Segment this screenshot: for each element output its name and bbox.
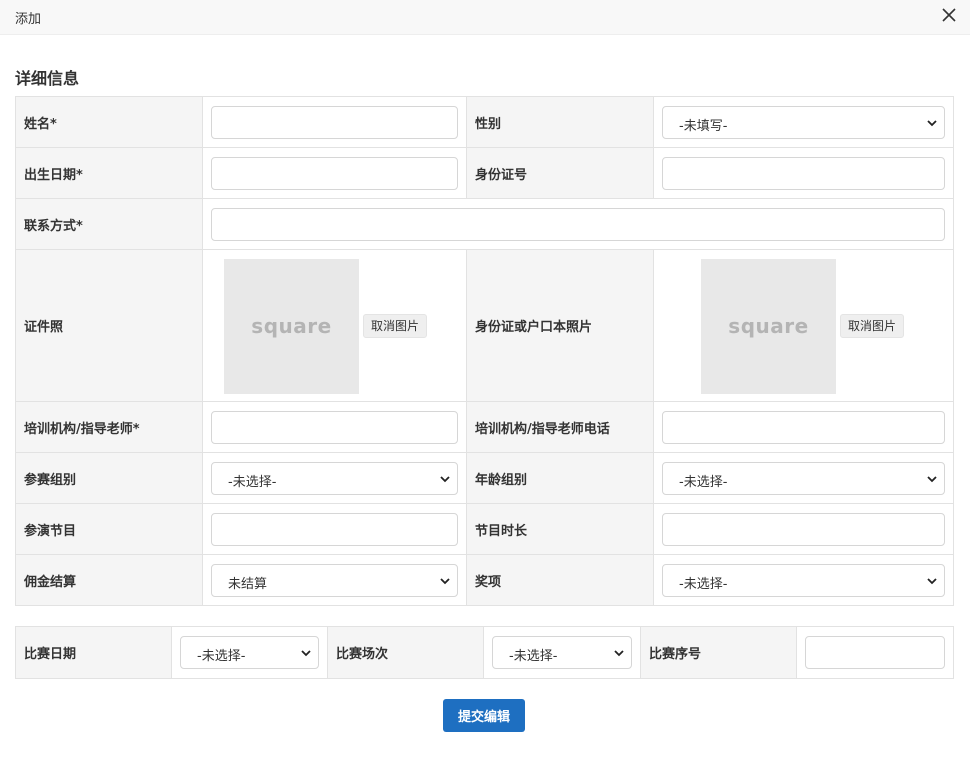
match-session-select[interactable]: -未选择- bbox=[492, 636, 632, 669]
age-group-select[interactable]: -未选择- bbox=[662, 461, 945, 495]
award-selected-value: -未选择- bbox=[679, 576, 728, 592]
dialog-title: 添加 bbox=[15, 12, 42, 27]
id-number-input[interactable] bbox=[662, 156, 945, 190]
id-photo-placeholder[interactable]: square bbox=[224, 258, 359, 394]
competition-group-label: 参赛组别 bbox=[15, 452, 203, 504]
submit-edit-button[interactable]: 提交编辑 bbox=[443, 699, 525, 732]
gender-selected-value: -未填写- bbox=[679, 118, 728, 134]
competition-group-selected-value: -未选择- bbox=[228, 474, 277, 490]
id-card-photo-label: 身份证或户口本照片 bbox=[466, 249, 654, 402]
id-photo-label: 证件照 bbox=[15, 249, 203, 402]
award-select[interactable]: -未选择- bbox=[662, 563, 945, 597]
match-date-selected-value: -未选择- bbox=[197, 649, 246, 664]
age-group-selected-value: -未选择- bbox=[679, 474, 728, 490]
close-icon[interactable] bbox=[942, 8, 956, 22]
commission-label: 佣金结算 bbox=[15, 554, 203, 606]
chevron-down-icon bbox=[927, 475, 937, 482]
institution-phone-label: 培训机构/指导老师电话 bbox=[466, 401, 654, 453]
gender-select[interactable]: -未填写- bbox=[662, 105, 945, 139]
institution-phone-input[interactable] bbox=[662, 410, 945, 444]
program-input[interactable] bbox=[211, 512, 458, 546]
age-group-label: 年龄组别 bbox=[466, 452, 654, 504]
id-card-photo-placeholder[interactable]: square bbox=[701, 258, 836, 394]
chevron-down-icon bbox=[440, 577, 450, 584]
match-sequence-label: 比赛序号 bbox=[640, 626, 797, 679]
birthdate-label: 出生日期* bbox=[15, 147, 203, 199]
institution-label: 培训机构/指导老师* bbox=[15, 401, 203, 453]
award-label: 奖项 bbox=[466, 554, 654, 606]
id-photo-placeholder-text: square bbox=[251, 314, 332, 338]
chevron-down-icon bbox=[614, 650, 624, 657]
match-session-label: 比赛场次 bbox=[327, 626, 484, 679]
chevron-down-icon bbox=[927, 577, 937, 584]
contact-input[interactable] bbox=[211, 207, 945, 241]
gender-label: 性别 bbox=[466, 96, 654, 148]
contact-label: 联系方式* bbox=[15, 198, 203, 250]
institution-input[interactable] bbox=[211, 410, 458, 444]
program-duration-input[interactable] bbox=[662, 512, 945, 546]
schedule-table: 比赛日期 -未选择- 比赛场次 -未选择- 比赛序号 bbox=[15, 626, 954, 679]
match-date-select[interactable]: -未选择- bbox=[180, 636, 319, 669]
match-session-selected-value: -未选择- bbox=[509, 649, 558, 664]
id-number-label: 身份证号 bbox=[466, 147, 654, 199]
dialog-titlebar: 添加 bbox=[0, 0, 970, 35]
chevron-down-icon bbox=[927, 119, 937, 126]
id-card-photo-placeholder-text: square bbox=[728, 314, 809, 338]
program-duration-label: 节目时长 bbox=[466, 503, 654, 555]
chevron-down-icon bbox=[301, 650, 311, 657]
competition-group-select[interactable]: -未选择- bbox=[211, 461, 458, 495]
commission-selected-value: 未结算 bbox=[228, 576, 268, 592]
details-form-table: 姓名* 性别 -未填写- 出生日期* 身份证号 联系方式* 证件照 square… bbox=[15, 96, 954, 606]
match-date-label: 比赛日期 bbox=[15, 626, 172, 679]
birthdate-input[interactable] bbox=[211, 156, 458, 190]
chevron-down-icon bbox=[440, 475, 450, 482]
program-label: 参演节目 bbox=[15, 503, 203, 555]
commission-select[interactable]: 未结算 bbox=[211, 563, 458, 597]
id-photo-cancel-button[interactable]: 取消图片 bbox=[363, 313, 428, 338]
id-card-photo-cancel-button[interactable]: 取消图片 bbox=[840, 313, 905, 338]
name-label: 姓名* bbox=[15, 96, 203, 148]
name-input[interactable] bbox=[211, 105, 458, 139]
match-sequence-input[interactable] bbox=[805, 636, 945, 669]
section-title: 详细信息 bbox=[15, 69, 80, 88]
